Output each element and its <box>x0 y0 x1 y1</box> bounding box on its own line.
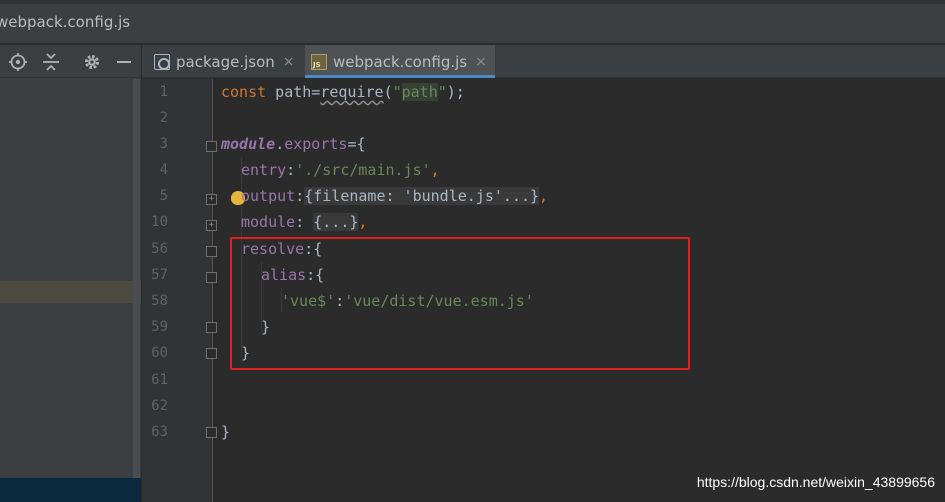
property-token: output <box>241 187 296 205</box>
json-file-icon <box>154 53 170 70</box>
code-line-63: } <box>221 419 230 445</box>
line-number: 4 <box>159 162 168 178</box>
code-line-3: module.exports={ <box>221 131 366 157</box>
line-number: 60 <box>151 345 168 361</box>
code-token: : <box>295 187 305 205</box>
require-token: require <box>320 83 384 101</box>
code-token: , <box>539 187 549 205</box>
line-number: 63 <box>151 424 168 440</box>
code-line-5: output:{filename: 'bundle.js'...}, <box>241 183 548 209</box>
fold-marker[interactable] <box>206 348 217 359</box>
code-line-10: module: {...}, <box>241 209 367 235</box>
code-token: path= <box>266 83 321 101</box>
gear-icon[interactable] <box>82 52 102 72</box>
line-number: 62 <box>151 398 168 414</box>
code-token: : <box>286 161 296 179</box>
line-number: 58 <box>151 293 168 309</box>
tab-label: package.json <box>176 52 275 71</box>
watermark: https://blog.csdn.net/weixin_43899656 <box>696 474 935 490</box>
property-token: exports <box>284 135 348 153</box>
project-panel-toolbar <box>0 45 141 78</box>
fold-marker[interactable] <box>206 322 217 333</box>
line-number: 2 <box>159 110 168 126</box>
project-panel <box>0 45 141 502</box>
property-token: module <box>241 213 296 231</box>
fold-marker[interactable] <box>206 141 217 152</box>
code-token: , <box>430 161 440 179</box>
highlight-annotation-box <box>230 237 690 370</box>
line-number: 3 <box>159 136 168 152</box>
tab-label: webpack.config.js <box>333 52 468 71</box>
tab-package-json[interactable]: package.json × <box>154 45 304 78</box>
project-tree-selected-row[interactable] <box>0 281 141 303</box>
project-panel-scrollbar[interactable] <box>133 79 140 502</box>
tab-webpack-config-js[interactable]: webpack.config.js × <box>305 45 495 78</box>
code-token: } <box>221 423 231 441</box>
code-token: : <box>295 213 314 231</box>
editor-tabs: package.json × webpack.config.js × <box>142 45 945 78</box>
property-token: entry <box>241 161 287 179</box>
line-number: 57 <box>151 267 168 283</box>
js-file-icon <box>311 53 327 70</box>
fold-marker[interactable] <box>206 427 217 438</box>
fold-marker[interactable] <box>206 246 217 257</box>
code-line-1: const path=require("path"); <box>221 79 465 105</box>
string-token: " <box>392 83 402 101</box>
line-number: 61 <box>151 372 168 388</box>
project-panel-bottom-bar <box>0 478 141 502</box>
expand-fold-icon[interactable]: + <box>206 194 217 205</box>
window-title: webpack.config.js <box>0 13 131 31</box>
line-number: 56 <box>151 241 168 257</box>
close-icon[interactable]: × <box>283 54 295 70</box>
expand-fold-icon[interactable]: + <box>206 220 217 231</box>
string-token: './src/main.js' <box>295 161 431 179</box>
string-token: " <box>437 83 447 101</box>
code-token: ); <box>446 83 465 101</box>
fold-marker[interactable] <box>206 272 217 283</box>
folded-region[interactable]: {...} <box>313 213 359 231</box>
string-token: path <box>401 83 438 101</box>
code-token: ( <box>383 83 393 101</box>
gutter: 1 2 3 4 5 10 56 57 58 59 60 61 62 63 + + <box>142 79 217 502</box>
code-token: ={ <box>347 135 366 153</box>
close-icon[interactable]: × <box>475 54 487 70</box>
folded-region[interactable]: {filename: 'bundle.js'...} <box>304 187 540 205</box>
minimize-icon[interactable] <box>114 52 134 72</box>
code-token: . <box>275 135 285 153</box>
crosshair-icon[interactable] <box>8 52 28 72</box>
collapse-icon[interactable] <box>41 52 61 72</box>
line-number: 1 <box>159 84 168 100</box>
title-bar-strip <box>0 0 945 4</box>
code-line-4: entry:'./src/main.js', <box>241 157 440 183</box>
module-token: module <box>221 135 276 153</box>
line-number: 59 <box>151 319 168 335</box>
line-number: 5 <box>159 188 168 204</box>
line-number: 10 <box>151 214 168 230</box>
title-bar: webpack.config.js <box>0 0 945 44</box>
keyword-token: const <box>221 83 267 101</box>
code-token: , <box>358 213 368 231</box>
